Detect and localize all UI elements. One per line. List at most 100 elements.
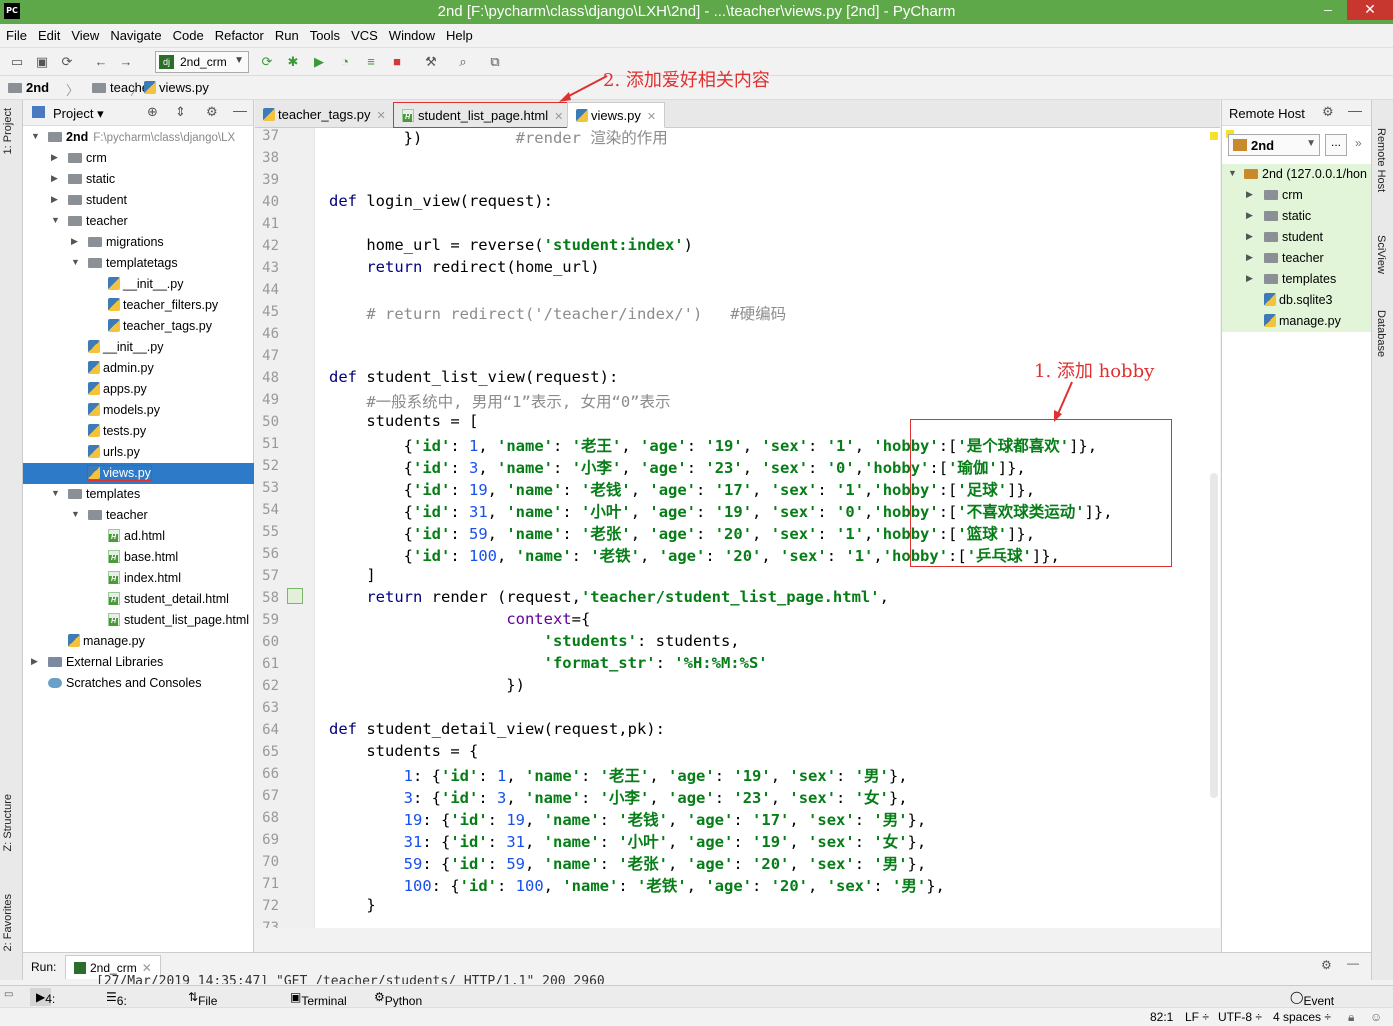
favorites-tool-tab[interactable]: 2: Favorites bbox=[2, 894, 14, 951]
tool-tab-python-console[interactable]: ⚙ Python Console bbox=[374, 990, 429, 1022]
menu-navigate[interactable]: Navigate bbox=[104, 24, 166, 43]
close-icon[interactable]: ✕ bbox=[647, 111, 656, 123]
database-tool-tab[interactable]: Database bbox=[1375, 310, 1387, 357]
layout-icon[interactable]: ▭ bbox=[4, 989, 13, 1000]
tool-tab-terminal[interactable]: ▣ Terminal bbox=[290, 990, 347, 1008]
remote-tree-item[interactable]: db.sqlite3 bbox=[1222, 290, 1372, 311]
tree-item[interactable]: apps.py bbox=[23, 379, 254, 400]
minimize-button[interactable]: – bbox=[1314, 0, 1342, 20]
coverage-icon[interactable]: ▶ bbox=[310, 53, 328, 71]
event-log-button[interactable]: ◯ Event Log bbox=[1290, 990, 1334, 1022]
debug-icon[interactable]: ✱ bbox=[284, 53, 302, 71]
close-icon[interactable]: ✕ bbox=[142, 961, 152, 975]
chevron-down-icon[interactable]: ▼ bbox=[51, 488, 60, 498]
tree-item[interactable]: ▶ static bbox=[23, 169, 254, 190]
editor-scrollbar[interactable] bbox=[1210, 473, 1218, 798]
tab-views[interactable]: views.py ✕ bbox=[567, 102, 666, 128]
chevron-right-icon[interactable]: ▶ bbox=[31, 656, 38, 667]
remote-tree-item[interactable]: ▶ crm bbox=[1222, 185, 1372, 206]
sync-icon[interactable]: ⟳ bbox=[58, 53, 76, 71]
tree-item[interactable]: ▶ crm bbox=[23, 148, 254, 169]
file-encoding[interactable]: UTF-8 ÷ bbox=[1218, 1010, 1262, 1024]
project-tool-tab[interactable]: 1: Project bbox=[2, 108, 14, 154]
remote-tree-root[interactable]: ▼ 2nd (127.0.0.1/hon bbox=[1222, 164, 1372, 185]
menu-view[interactable]: View bbox=[65, 24, 104, 43]
menu-refactor[interactable]: Refactor bbox=[209, 24, 269, 43]
menu-window[interactable]: Window bbox=[383, 24, 440, 43]
hide-icon[interactable]: — bbox=[233, 102, 247, 118]
tree-item[interactable]: ▼ templatetags bbox=[23, 253, 254, 274]
menu-code[interactable]: Code bbox=[167, 24, 209, 43]
chevron-right-icon[interactable]: ▶ bbox=[51, 194, 58, 205]
collapse-icon[interactable]: ⇕ bbox=[175, 104, 186, 120]
tree-item[interactable]: index.html bbox=[23, 568, 254, 589]
close-button[interactable]: ✕ bbox=[1347, 0, 1393, 20]
remote-tree-item[interactable]: ▶ templates bbox=[1222, 269, 1372, 290]
chevron-right-icon[interactable]: ▶ bbox=[51, 152, 58, 163]
tab-teacher-tags[interactable]: teacher_tags.py ✕ bbox=[255, 102, 394, 128]
tree-item[interactable]: ▼ teacher bbox=[23, 211, 254, 232]
stop-icon[interactable]: ■ bbox=[388, 53, 406, 71]
tree-item[interactable]: base.html bbox=[23, 547, 254, 568]
gear-icon[interactable]: ⚙ bbox=[1322, 104, 1334, 120]
tree-item[interactable]: ▼ templates bbox=[23, 484, 254, 505]
gear-icon[interactable]: ⚙ bbox=[1321, 958, 1332, 972]
menu-help[interactable]: Help bbox=[440, 24, 478, 43]
chevron-down-icon[interactable]: ▼ bbox=[71, 509, 80, 519]
notifications-icon[interactable]: ☺ bbox=[1370, 1010, 1382, 1024]
lock-icon[interactable]: 🔒︎ bbox=[1348, 1010, 1354, 1025]
hide-icon[interactable]: — bbox=[1347, 956, 1359, 970]
server-selector[interactable]: 2nd ▼ bbox=[1228, 134, 1320, 156]
tree-item[interactable]: teacher_tags.py bbox=[23, 316, 254, 337]
browse-button[interactable]: ... bbox=[1325, 134, 1347, 156]
search-icon[interactable]: ⌕ bbox=[454, 53, 472, 71]
tree-item[interactable]: admin.py bbox=[23, 358, 254, 379]
remote-tree-item[interactable]: ▶ static bbox=[1222, 206, 1372, 227]
tree-item[interactable]: Scratches and Consoles bbox=[23, 673, 254, 694]
run-config-selector[interactable]: dj 2nd_crm ▼ bbox=[155, 51, 249, 73]
breadcrumb-project[interactable]: 2nd bbox=[8, 80, 49, 95]
tab-student-list-page[interactable]: student_list_page.html✕ bbox=[393, 102, 573, 128]
tree-item[interactable]: __init__.py bbox=[23, 337, 254, 358]
tree-item[interactable]: ▼ 2nd F:\pycharm\class\django\LX bbox=[23, 127, 254, 148]
tree-item[interactable]: student_list_page.html bbox=[23, 610, 254, 631]
html-gutter-icon[interactable] bbox=[287, 588, 303, 604]
forward-arrow-icon[interactable]: → bbox=[117, 53, 135, 71]
open-folder-icon[interactable]: ▭ bbox=[8, 53, 26, 71]
chevron-down-icon[interactable]: ▼ bbox=[31, 131, 40, 141]
profile-icon[interactable]: ◔ bbox=[336, 53, 354, 71]
hide-icon[interactable]: — bbox=[1348, 102, 1362, 118]
gear-icon[interactable]: ⚙ bbox=[206, 104, 218, 120]
run-steps-icon[interactable]: ≡ bbox=[362, 53, 380, 71]
tree-item[interactable]: __init__.py bbox=[23, 274, 254, 295]
tree-item[interactable]: ▶ External Libraries bbox=[23, 652, 254, 673]
inspection-indicator-icon[interactable] bbox=[1210, 132, 1218, 140]
sciview-tool-tab[interactable]: SciView bbox=[1375, 235, 1387, 274]
tree-item[interactable]: teacher_filters.py bbox=[23, 295, 254, 316]
caret-position[interactable]: 82:1 bbox=[1150, 1010, 1173, 1024]
tool-tab-file-transfer[interactable]: ⇅ File Transfer bbox=[188, 990, 242, 1022]
sdk-icon[interactable]: ⧉ bbox=[486, 53, 504, 71]
menu-run[interactable]: Run bbox=[269, 24, 304, 43]
expand-icon[interactable]: » bbox=[1355, 136, 1362, 150]
remote-tree-item[interactable]: manage.py bbox=[1222, 311, 1372, 332]
remote-tree-item[interactable]: ▶ student bbox=[1222, 227, 1372, 248]
tool-tab-todo[interactable]: ☰ 6: TODO bbox=[106, 990, 151, 1022]
tree-item[interactable]: models.py bbox=[23, 400, 254, 421]
locate-icon[interactable]: ⊕ bbox=[147, 104, 158, 120]
tree-item[interactable]: ▼ teacher bbox=[23, 505, 254, 526]
tree-item[interactable]: ▶ migrations bbox=[23, 232, 254, 253]
menu-tools[interactable]: Tools bbox=[304, 24, 345, 43]
structure-tool-tab[interactable]: Z: Structure bbox=[2, 794, 14, 851]
menu-vcs[interactable]: VCS bbox=[345, 24, 383, 43]
tree-item[interactable]: views.py bbox=[23, 463, 254, 484]
close-icon[interactable]: ✕ bbox=[377, 110, 386, 122]
tree-item[interactable]: urls.py bbox=[23, 442, 254, 463]
tree-item[interactable]: tests.py bbox=[23, 421, 254, 442]
line-separator[interactable]: LF ÷ bbox=[1185, 1010, 1209, 1024]
chevron-right-icon[interactable]: ▶ bbox=[71, 236, 78, 247]
chevron-down-icon[interactable]: ▼ bbox=[51, 215, 60, 225]
back-arrow-icon[interactable]: ← bbox=[92, 53, 110, 71]
breadcrumb-file[interactable]: views.py bbox=[144, 80, 209, 95]
tree-item[interactable]: ad.html bbox=[23, 526, 254, 547]
